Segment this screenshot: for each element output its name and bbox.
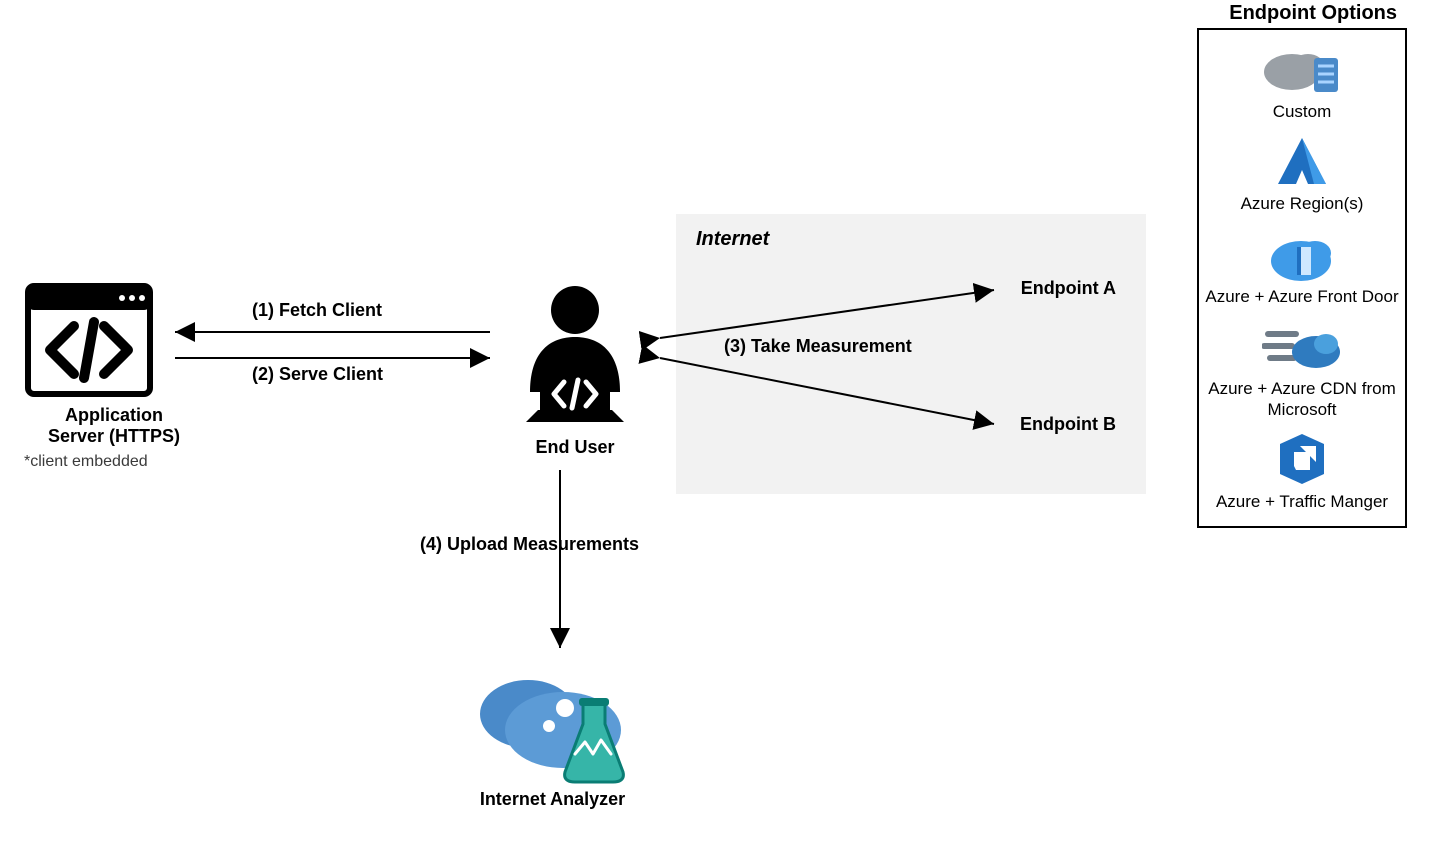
option-azure-cdn-label: Azure + Azure CDN from Microsoft — [1203, 379, 1401, 420]
endpoint-options-panel: Custom Azure Region(s) Azure + Azure Fro… — [1197, 28, 1407, 528]
azure-cdn-icon — [1262, 318, 1342, 374]
option-azure-region: Azure Region(s) — [1203, 132, 1401, 214]
option-azure-region-label: Azure Region(s) — [1203, 194, 1401, 214]
option-traffic-manager: Azure + Traffic Manger — [1203, 430, 1401, 512]
option-front-door: Azure + Azure Front Door — [1203, 225, 1401, 307]
option-azure-cdn: Azure + Azure CDN from Microsoft — [1203, 317, 1401, 420]
azure-a-icon — [1272, 134, 1332, 188]
option-traffic-manager-label: Azure + Traffic Manger — [1203, 492, 1401, 512]
option-front-door-label: Azure + Azure Front Door — [1203, 287, 1401, 307]
option-custom-label: Custom — [1203, 102, 1401, 122]
endpoint-options-heading: Endpoint Options — [1229, 2, 1397, 25]
front-door-icon — [1267, 225, 1337, 283]
option-custom: Custom — [1203, 40, 1401, 122]
cloud-server-icon — [1262, 42, 1342, 96]
traffic-manager-icon — [1272, 430, 1332, 488]
